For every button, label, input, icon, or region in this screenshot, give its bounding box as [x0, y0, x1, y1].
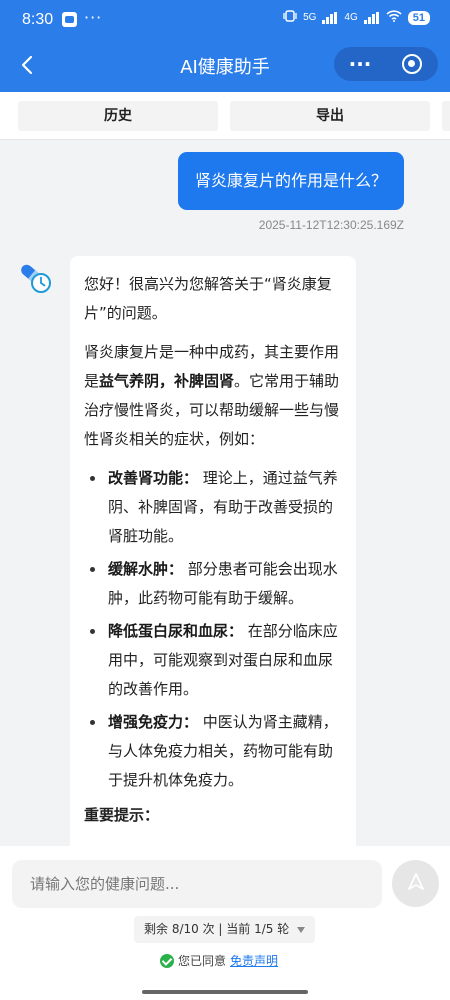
status-more-dots: ··· [84, 8, 103, 27]
list-item: 增强免疫力： 中医认为肾主藏精，与人体免疫力相关，药物可能有助于提升机体免疫力。 [84, 708, 342, 795]
quota-selector[interactable]: 剩余 8/10 次 | 当前 1/5 轮 [134, 916, 316, 943]
check-circle-icon [160, 953, 174, 968]
more-menu-button[interactable]: ··· [334, 54, 386, 74]
assistant-reply-card: 您好！很高兴为您解答关于“肾炎康复片”的问题。 肾炎康复片是一种中成药，其主要作… [70, 256, 356, 846]
list-item: 改善肾功能： 理论上，通过益气养阴、补脾固肾，有助于改善受损的肾脏功能。 [84, 464, 342, 551]
list-item-title: 改善肾功能： [108, 469, 199, 487]
network-4g-label: 4G [344, 12, 358, 23]
network-5g-label: 5G [303, 12, 317, 23]
reply-notice-title: 重要提示： [84, 806, 160, 824]
export-button[interactable]: 导出 [230, 101, 430, 131]
list-item-title: 增强免疫力： [108, 713, 199, 731]
history-button[interactable]: 历史 [18, 101, 218, 131]
toolbar-overflow-button[interactable] [442, 101, 450, 131]
assistant-avatar-pill-clock-icon [18, 260, 52, 294]
list-item-title: 降低蛋白尿和血尿： [108, 622, 244, 640]
app-notification-icon [62, 12, 77, 27]
user-message-bubble: 肾炎康复片的作用是什么？ [177, 152, 404, 210]
mini-program-capsule: ··· [334, 47, 438, 81]
app-header: 8:30 ··· 5G 4G 51 AI健康助手 ··· [0, 0, 450, 92]
list-item-title: 缓解水肿： [108, 560, 184, 578]
reply-greeting: 您好！很高兴为您解答关于“肾炎康复片”的问题。 [84, 275, 332, 322]
status-bar: 8:30 ··· 5G 4G 51 [0, 0, 450, 40]
reply-effects-list: 改善肾功能： 理论上，通过益气养阴、补脾固肾，有助于改善受损的肾脏功能。 缓解水… [84, 464, 342, 795]
send-button[interactable] [392, 860, 439, 907]
reply-intro-bold: 益气养阴，补脾固肾 [99, 372, 235, 390]
disclaimer-link[interactable]: 免责声明 [230, 952, 278, 969]
vibrate-icon [283, 10, 297, 25]
agreement-text: 您已同意 [178, 954, 227, 968]
composer-area: 剩余 8/10 次 | 当前 1/5 轮 您已同意 免责声明 [0, 846, 450, 1000]
list-item: 缓解水肿： 部分患者可能会出现水肿，此药物可能有助于缓解。 [84, 555, 342, 613]
wifi-icon [386, 10, 402, 25]
nav-bar: AI健康助手 ··· [0, 40, 450, 90]
send-icon [406, 872, 426, 896]
home-indicator[interactable] [142, 990, 308, 994]
status-indicators: 5G 4G 51 [283, 10, 430, 25]
chat-area[interactable]: 肾炎康复片的作用是什么？ 2025-11-12T12:30:25.169Z 您好… [0, 140, 450, 846]
question-input[interactable] [12, 860, 382, 908]
toolbar: 历史 导出 [0, 92, 450, 140]
signal-icon-2 [363, 11, 380, 24]
agreement-notice: 您已同意 免责声明 [160, 952, 278, 969]
quota-text: 剩余 8/10 次 | 当前 1/5 轮 [144, 922, 290, 936]
target-icon [402, 54, 422, 74]
close-mini-program-button[interactable] [386, 54, 438, 74]
chevron-down-icon [297, 926, 306, 933]
message-timestamp: 2025-11-12T12:30:25.169Z [258, 218, 404, 232]
status-time: 8:30 [22, 11, 54, 28]
signal-icon [322, 11, 338, 24]
reply-intro: 肾炎康复片是一种中成药，其主要作用是益气养阴，补脾固肾。它常用于辅助治疗慢性肾炎… [84, 338, 342, 454]
list-item: 降低蛋白尿和血尿： 在部分临床应用中，可能观察到对蛋白尿和血尿的改善作用。 [84, 617, 342, 704]
battery-indicator: 51 [407, 10, 430, 25]
